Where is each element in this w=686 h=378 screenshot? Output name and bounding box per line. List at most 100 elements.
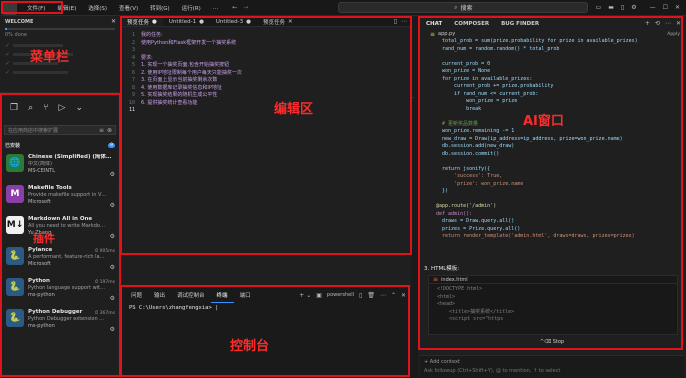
close-icon[interactable]: ✕ [675, 4, 680, 11]
back-arrow-icon[interactable]: ← [232, 4, 237, 11]
extension-item[interactable]: M Makefile Tools Provide makefile support … [2, 182, 120, 213]
extension-title: Markdown All in One [28, 216, 93, 222]
editor-line[interactable]: 我的任务: [141, 32, 242, 40]
maximize-panel-icon[interactable]: ⌃ [391, 292, 396, 299]
editor-line[interactable] [141, 107, 242, 115]
editor-line[interactable]: 使用Python和Flask框架开发一个抽奖系统 [141, 40, 242, 48]
tab-bug-finder[interactable]: BUG FINDER [495, 17, 545, 30]
editor-line[interactable]: 1. 实现一个抽奖页面,包含开始抽奖按钮 [141, 62, 242, 70]
editor-line[interactable]: 4. 使用数据库记录抽奖信息和IP地址 [141, 85, 242, 93]
editor-line[interactable]: 5. 实现抽奖结果的随机生成公平性 [141, 92, 242, 100]
filter-icon[interactable]: ≡ [99, 127, 104, 134]
menu-more[interactable]: … [207, 5, 225, 11]
add-context-button[interactable]: + Add context [420, 356, 684, 368]
tab-debug-console[interactable]: 调试控制台 [171, 287, 211, 303]
tab-ports[interactable]: 端口 [234, 287, 257, 303]
stop-generation-button[interactable]: ^⌫ Stop [418, 339, 686, 345]
history-icon[interactable]: ⟲ [655, 20, 660, 27]
manage-gear-icon[interactable]: ⚙ [110, 202, 115, 209]
extension-search[interactable]: 在应用商店中搜索扩展 ≡ ⊗ [4, 125, 116, 135]
activity-bar: ❐ ⌕ ⑂ ▷ ⌄ [0, 93, 120, 123]
editor-line[interactable]: 2. 使用IP地址限制每个用户每天只能抽奖一次 [141, 70, 242, 78]
code-line: if rand_num <= current_prob: [436, 90, 539, 97]
layout-toggle-panel-icon[interactable]: ▬ [608, 4, 614, 11]
explorer-icon[interactable]: ❐ [10, 103, 18, 113]
code-line: total_prob = sum(prize.probability for p… [436, 38, 638, 44]
terminal-shell-label[interactable]: powershell [327, 292, 354, 298]
extension-title: Makefile Tools [28, 185, 72, 191]
clear-icon[interactable]: ⊗ [107, 127, 112, 134]
annotation-terminal: 控制台 [230, 339, 270, 354]
maximize-icon[interactable]: ☐ [663, 4, 668, 11]
extension-search-input[interactable]: 在应用商店中搜索扩展 [8, 127, 58, 134]
trash-icon[interactable]: 🗑 [367, 292, 375, 299]
extension-item[interactable]: 🌐 Chinese (Simplified) (简体… 中文(简体) MS-CEINT… [2, 151, 120, 182]
code-line: draws = Draw.query.all() [436, 218, 515, 224]
apply-button[interactable]: Apply [667, 32, 680, 37]
makefile-icon: M [6, 185, 24, 203]
menu-file[interactable]: 文件(F) [21, 4, 51, 12]
manage-gear-icon[interactable]: ⚙ [110, 233, 115, 240]
split-editor-icon[interactable]: ▯ [394, 18, 397, 25]
tab-untitled-1[interactable]: Untitled-1 ● [163, 17, 210, 26]
code-line: rand_num = random.random() * total_prob [436, 45, 560, 52]
close-panel-icon[interactable]: ✕ [401, 292, 406, 299]
tab-chat[interactable]: CHAT [420, 17, 448, 30]
chat-input[interactable]: Ask followup (Ctrl+Shift+Y), @ to mentio… [420, 368, 684, 374]
chat-input-box[interactable]: + Add context Ask followup (Ctrl+Shift+Y… [420, 355, 684, 378]
manage-gear-icon[interactable]: ⚙ [110, 171, 115, 178]
tab-terminal[interactable]: 终端 [210, 287, 234, 303]
menu-edit[interactable]: 编辑(E) [51, 4, 82, 12]
search-icon[interactable]: ⌕ [28, 103, 33, 113]
manage-gear-icon[interactable]: ⚙ [110, 295, 115, 302]
minimize-icon[interactable]: — [650, 4, 656, 11]
tab-composer[interactable]: COMPOSER [448, 17, 495, 30]
manage-gear-icon[interactable]: ⚙ [110, 326, 115, 333]
editor-line[interactable] [141, 47, 242, 55]
run-debug-icon[interactable]: ▷ [59, 103, 66, 113]
extension-list: 🌐 Chinese (Simplified) (简体… 中文(简体) MS-CEINT… [0, 151, 120, 337]
installed-section-header[interactable]: 已安装 9 [0, 139, 120, 151]
terminal-prompt[interactable]: PS C:\Users\zhangfengxia> | [121, 303, 411, 313]
layout-toggle-secondary-icon[interactable]: ▯ [621, 4, 624, 11]
editor-line[interactable]: 3. 在页面上显示当前抽奖剩余次数 [141, 77, 242, 85]
menu-selection[interactable]: 选择(S) [82, 4, 113, 12]
menu-run[interactable]: 运行(R) [176, 4, 207, 12]
tab-problems[interactable]: 问题 [125, 287, 148, 303]
menu-view[interactable]: 查看(V) [113, 4, 144, 12]
menu-goto[interactable]: 转到(G) [144, 4, 176, 12]
extension-item[interactable]: M↓ Markdown All in One All you need to wri… [2, 213, 120, 244]
tab-untitled-3[interactable]: Untitled-3 ● [210, 17, 257, 26]
sash-handle[interactable]: · [411, 17, 418, 378]
tab-preview-task-2[interactable]: 预览任务 ✕ [257, 17, 299, 26]
extension-publisher: MS-CEINTL [28, 168, 55, 174]
tab-output[interactable]: 输出 [148, 287, 171, 303]
extension-item[interactable]: 🐍 Python Debugger Python Debugger extensio… [2, 306, 120, 337]
drag-handle-icon[interactable]: · [412, 95, 414, 102]
command-search[interactable]: ⌕ 搜索 [338, 2, 589, 13]
close-welcome-icon[interactable]: ✕ [111, 18, 116, 25]
new-terminal-icon[interactable]: + ⌄ [299, 292, 311, 299]
layout-toggle-sidebar-icon[interactable]: ▭ [596, 4, 602, 11]
forward-arrow-icon[interactable]: → [243, 4, 248, 11]
extension-item[interactable]: 🐍 Pylance A performant, feature-rich la… Mi… [2, 244, 120, 275]
tab-preview-task[interactable]: 预览任务 ● [121, 17, 163, 26]
more-actions-icon[interactable]: ⋯ [380, 292, 386, 299]
more-actions-icon[interactable]: ⋯ [401, 18, 407, 25]
chevron-down-icon[interactable]: ⌄ [75, 103, 83, 113]
editor-text[interactable]: 我的任务: 使用Python和Flask框架开发一个抽奖系统 要求: 1. 实现一个抽… [135, 32, 242, 115]
manage-gear-icon[interactable]: ⚙ [110, 264, 115, 271]
more-actions-icon[interactable]: ⋯ [665, 20, 671, 27]
new-chat-icon[interactable]: + [645, 20, 650, 27]
close-tab-icon[interactable]: ✕ [288, 19, 293, 25]
source-control-icon[interactable]: ⑂ [43, 103, 48, 113]
editor-line[interactable]: 要求: [141, 55, 242, 63]
welcome-title: WELCOME [5, 18, 34, 25]
settings-gear-icon[interactable]: ⚙ [631, 4, 636, 11]
close-chat-icon[interactable]: ✕ [676, 20, 681, 27]
editor-line[interactable]: 6. 提供抽奖统计查看功能 [141, 100, 242, 108]
split-terminal-icon[interactable]: ▯ [359, 292, 362, 299]
extension-item[interactable]: 🐍 Python Python language support wit… ms-py… [2, 275, 120, 306]
